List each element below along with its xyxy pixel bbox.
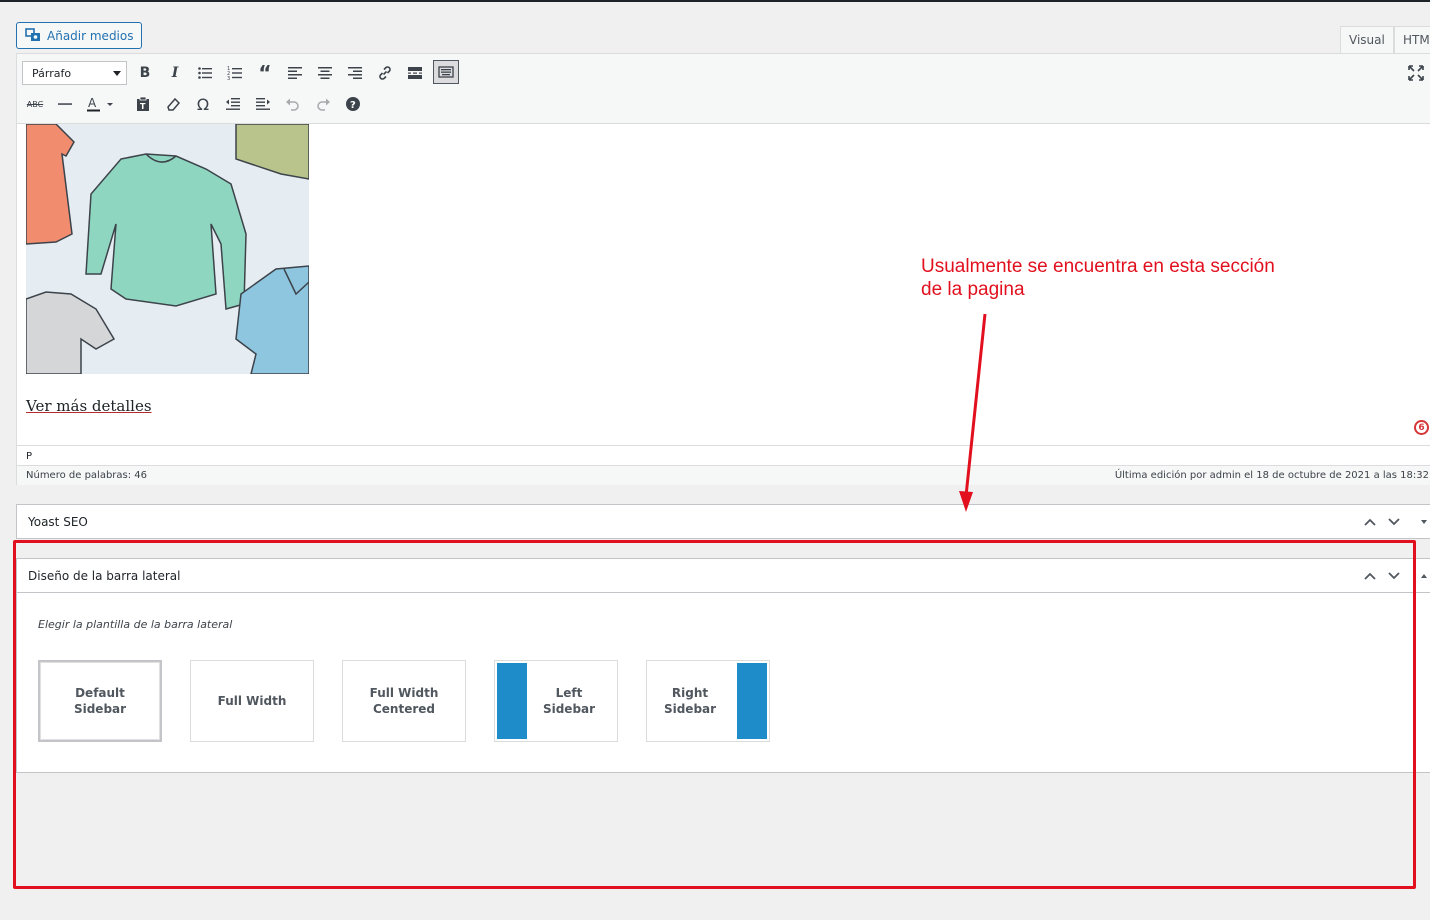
word-count: Número de palabras: 46 — [26, 470, 148, 481]
format-select[interactable]: Párrafo — [22, 61, 127, 85]
text-color-button[interactable]: A — [82, 92, 120, 116]
tab-html[interactable]: HTML — [1394, 26, 1430, 54]
help-button[interactable]: ? — [340, 92, 366, 116]
product-image — [26, 124, 309, 374]
sidebar-layout-box: Diseño de la barra lateral Elegir la pla… — [16, 558, 1430, 773]
caret-up-icon — [1421, 574, 1427, 578]
chevron-down-icon — [1388, 572, 1400, 580]
sidebar-layout-description: Elegir la plantilla de la barra lateral — [38, 618, 233, 631]
align-center-icon — [318, 67, 332, 79]
tab-visual[interactable]: Visual — [1340, 26, 1394, 54]
layout-option-left-sidebar[interactable]: Left Sidebar — [494, 660, 618, 742]
chevron-up-icon — [1364, 518, 1376, 526]
redo-button[interactable] — [310, 92, 336, 116]
left-sidebar-indicator — [497, 663, 527, 739]
horizontal-line-button[interactable] — [52, 92, 78, 116]
yoast-seo-title: Yoast SEO — [28, 515, 88, 529]
link-icon — [379, 66, 391, 80]
bullet-list-icon — [198, 67, 212, 79]
align-left-icon — [288, 67, 302, 79]
layout-option-right-sidebar[interactable]: Right Sidebar — [646, 660, 770, 742]
top-border — [0, 0, 1430, 2]
fullscreen-icon — [1408, 65, 1424, 81]
read-more-button[interactable] — [402, 61, 428, 85]
insert-link-button[interactable] — [372, 61, 398, 85]
align-left-button[interactable] — [282, 61, 308, 85]
bold-button[interactable]: B — [132, 61, 158, 85]
svg-text:?: ? — [350, 100, 356, 111]
editor-status-bar: Número de palabras: 46 Última edición po… — [17, 465, 1430, 485]
align-right-icon — [348, 67, 362, 79]
layout-option-default-sidebar[interactable]: Default Sidebar — [38, 660, 162, 742]
add-media-label: Añadir medios — [47, 28, 134, 43]
svg-text:T: T — [140, 102, 146, 111]
details-link[interactable]: Ver más detalles — [26, 397, 152, 415]
toolbar-toggle-button[interactable] — [433, 60, 459, 84]
keyboard-icon — [438, 66, 454, 78]
chevron-down-icon — [1388, 518, 1400, 526]
sidebar-layout-title: Diseño de la barra lateral — [28, 568, 181, 583]
last-edit-info: Última edición por admin el 18 de octubr… — [1114, 470, 1429, 481]
quote-icon: “ — [258, 61, 272, 85]
special-character-button[interactable]: Ω — [190, 92, 216, 116]
horizontal-line-icon — [58, 103, 72, 105]
strikethrough-icon: ABC — [26, 99, 44, 109]
move-up-button[interactable] — [1358, 559, 1382, 593]
strikethrough-button[interactable]: ABC — [22, 92, 48, 116]
yoast-seo-box: Yoast SEO — [16, 504, 1430, 539]
element-path: P — [17, 445, 1430, 465]
chevron-up-icon — [1364, 572, 1376, 580]
italic-button[interactable]: I — [162, 61, 188, 85]
align-right-button[interactable] — [342, 61, 368, 85]
redo-icon — [317, 98, 330, 111]
bold-icon: B — [139, 65, 151, 81]
move-down-button[interactable] — [1382, 559, 1406, 593]
clear-formatting-button[interactable] — [160, 92, 186, 116]
grammarly-badge[interactable]: 6 — [1414, 420, 1429, 435]
svg-text:A: A — [88, 96, 97, 110]
indent-icon — [256, 98, 270, 110]
right-sidebar-indicator — [737, 663, 767, 739]
move-up-button[interactable] — [1358, 505, 1382, 539]
text-color-icon: A — [87, 96, 113, 112]
layout-option-full-width[interactable]: Full Width — [190, 660, 314, 742]
outdent-icon — [226, 98, 240, 110]
undo-button[interactable] — [280, 92, 306, 116]
media-icon — [25, 28, 40, 41]
paste-text-button[interactable]: T — [130, 92, 156, 116]
layout-option-full-width-centered[interactable]: Full Width Centered — [342, 660, 466, 742]
move-down-button[interactable] — [1382, 505, 1406, 539]
italic-icon: I — [171, 65, 179, 81]
add-media-button[interactable]: Añadir medios — [16, 22, 143, 49]
yoast-seo-header[interactable]: Yoast SEO — [17, 505, 1430, 539]
align-center-button[interactable] — [312, 61, 338, 85]
caret-down-icon — [1421, 520, 1427, 524]
fullscreen-button[interactable] — [1403, 61, 1429, 85]
numbered-list-button[interactable]: 123 — [222, 61, 248, 85]
omega-icon: Ω — [196, 94, 210, 114]
toggle-panel-button[interactable] — [1412, 559, 1430, 593]
read-more-icon — [408, 67, 422, 79]
outdent-button[interactable] — [220, 92, 246, 116]
toggle-panel-button[interactable] — [1412, 505, 1430, 539]
help-icon: ? — [346, 97, 360, 111]
blockquote-button[interactable]: “ — [252, 61, 278, 85]
numbered-list-icon: 123 — [227, 66, 242, 81]
sidebar-layout-header[interactable]: Diseño de la barra lateral — [17, 559, 1430, 593]
svg-text:3: 3 — [227, 76, 230, 81]
annotation-text: Usualmente se encuentra en esta sección … — [921, 256, 1275, 300]
chevron-down-icon — [113, 71, 121, 76]
indent-button[interactable] — [250, 92, 276, 116]
clipboard-icon: T — [137, 96, 149, 111]
bullet-list-button[interactable] — [192, 61, 218, 85]
undo-icon — [286, 98, 299, 111]
eraser-icon — [167, 97, 181, 111]
shirts-illustration — [26, 124, 309, 374]
editor-toolbar: Párrafo B I 123 “ ABC A T Ω ? — [17, 54, 1430, 124]
